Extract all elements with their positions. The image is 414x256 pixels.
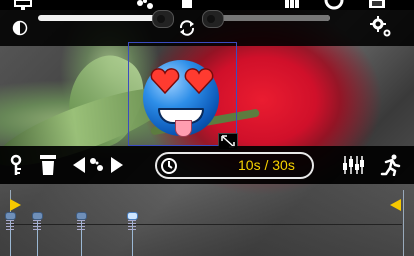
video-editor-canvas: 10s / 30s — [0, 0, 414, 256]
keyframe-marker[interactable] — [126, 212, 138, 220]
brightness-slider[interactable] — [38, 15, 168, 21]
move-prev-icon[interactable] — [72, 156, 86, 174]
contrast-icon[interactable] — [12, 20, 28, 36]
emoji-tongue — [175, 120, 192, 137]
layout-icon[interactable] — [284, 0, 300, 10]
timeline-bounds — [10, 190, 404, 256]
heart-eye-right — [184, 68, 214, 94]
clock-icon — [161, 158, 177, 174]
run-icon[interactable] — [380, 154, 402, 176]
settings-icon[interactable] — [370, 16, 392, 38]
film-reel-icon[interactable] — [324, 0, 344, 10]
keyframe-marker[interactable] — [32, 212, 44, 220]
timeline-start-marker[interactable] — [10, 199, 21, 211]
key-icon[interactable] — [10, 154, 26, 176]
split-icon[interactable] — [88, 157, 106, 173]
keyframe-tick — [127, 220, 136, 230]
speed-slider[interactable] — [206, 15, 330, 21]
keyframe-tick — [76, 220, 85, 230]
keyframe-marker[interactable] — [75, 212, 87, 220]
filmstrip-icon[interactable] — [368, 0, 386, 10]
move-next-icon[interactable] — [110, 156, 124, 174]
monitor-icon[interactable] — [14, 0, 34, 10]
keyframe-tick — [33, 220, 42, 230]
brightness-slider-thumb[interactable] — [151, 10, 174, 28]
equalizer-icon[interactable] — [342, 154, 364, 176]
time-readout: 10s / 30s — [238, 157, 295, 173]
speed-slider-thumb[interactable] — [202, 10, 225, 28]
keyframe-tick — [6, 220, 14, 230]
rotate-icon[interactable] — [178, 19, 196, 37]
sticker-icon[interactable] — [135, 0, 157, 10]
timeline-end-marker[interactable] — [390, 199, 401, 211]
top-toolbar — [0, 0, 414, 10]
heart-eye-left — [150, 68, 180, 94]
trash-icon[interactable] — [180, 0, 194, 10]
timeline-track — [10, 224, 402, 225]
trash-icon[interactable] — [39, 154, 57, 176]
keyframe-marker[interactable] — [5, 212, 16, 220]
